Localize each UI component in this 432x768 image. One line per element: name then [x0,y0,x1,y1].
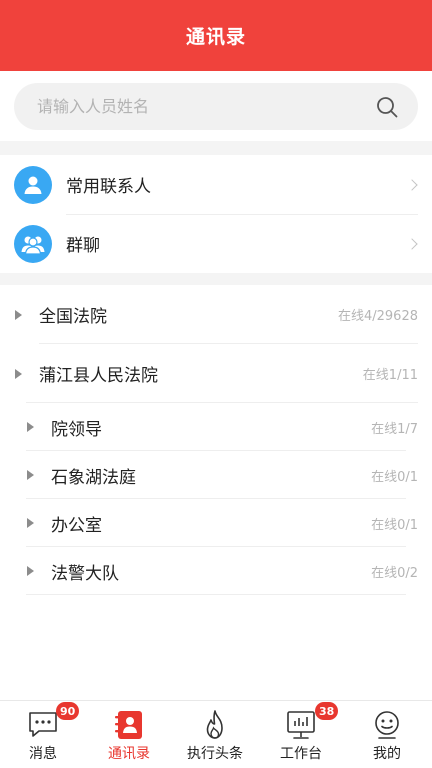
section-divider [0,273,432,285]
online-count: 在线1/7 [371,421,418,437]
address-book-icon [115,711,142,739]
tree-node-pujiang-court[interactable]: 蒲江县人民法院 在线1/11 [0,344,432,403]
expand-arrow-icon [27,470,34,480]
tab-label: 执行头条 [187,746,243,762]
tree-node-label: 蒲江县人民法院 [39,366,158,386]
search-section [0,71,432,141]
group-chat-row[interactable]: 群聊 [0,214,432,273]
expand-arrow-icon [27,518,34,528]
tree-node-label: 办公室 [51,515,102,536]
tab-messages[interactable]: 90 消息 [0,701,86,768]
tree-node-label: 全国法院 [39,307,107,327]
chevron-right-icon [406,237,418,250]
tree-node-bailiff-brigade[interactable]: 法警大队 在线0/2 [0,547,432,595]
tab-label: 消息 [29,746,57,762]
group-chat-icon [14,224,52,263]
tab-headlines[interactable]: 执行头条 [172,701,258,768]
search-input[interactable] [37,97,376,116]
online-count: 在线0/1 [371,469,418,485]
tree-node-shixianghu-tribunal[interactable]: 石象湖法庭 在线0/1 [0,451,432,499]
app-header: 通讯录 [0,0,432,71]
tab-label: 通讯录 [108,746,150,762]
frequent-contacts-row[interactable]: 常用联系人 [0,155,432,215]
online-count: 在线0/1 [371,517,418,533]
search-bar[interactable] [14,83,418,130]
message-icon [29,712,57,737]
tab-workbench[interactable]: 38 工作台 [258,701,344,768]
group-chat-label: 群聊 [66,236,100,256]
tab-contacts[interactable]: 通讯录 [86,701,172,768]
tree-node-label: 院领导 [51,419,102,440]
profile-icon [375,711,399,739]
row-divider [26,594,406,595]
tree-node-office[interactable]: 办公室 在线0/1 [0,499,432,547]
tree-node-court-leaders[interactable]: 院领导 在线1/7 [0,403,432,451]
tab-profile[interactable]: 我的 [344,701,430,768]
workbench-icon [287,711,315,739]
expand-arrow-icon [27,566,34,576]
page-title: 通讯录 [185,26,246,48]
expand-arrow-icon [15,368,22,379]
unread-badge: 90 [56,702,80,720]
chevron-right-icon [406,178,418,191]
expand-arrow-icon [15,309,22,320]
section-divider [0,141,432,155]
search-icon[interactable] [376,96,398,118]
online-count: 在线0/2 [371,565,418,581]
online-count: 在线4/29628 [337,309,418,324]
bottom-tab-bar: 90 消息 通讯录 执行头条 38 工作台 我的 [0,700,432,768]
tab-label: 我的 [373,746,401,762]
flame-icon [206,710,223,739]
contact-person-icon [14,165,52,204]
tab-label: 工作台 [280,746,322,762]
tree-node-label: 石象湖法庭 [51,467,136,488]
tree-node-label: 法警大队 [51,563,119,584]
online-count: 在线1/11 [362,368,418,383]
frequent-contacts-label: 常用联系人 [66,177,151,197]
notification-badge: 38 [315,702,339,720]
tree-node-national-courts[interactable]: 全国法院 在线4/29628 [0,285,432,344]
quick-entries: 常用联系人 群聊 [0,155,432,273]
expand-arrow-icon [27,422,34,432]
